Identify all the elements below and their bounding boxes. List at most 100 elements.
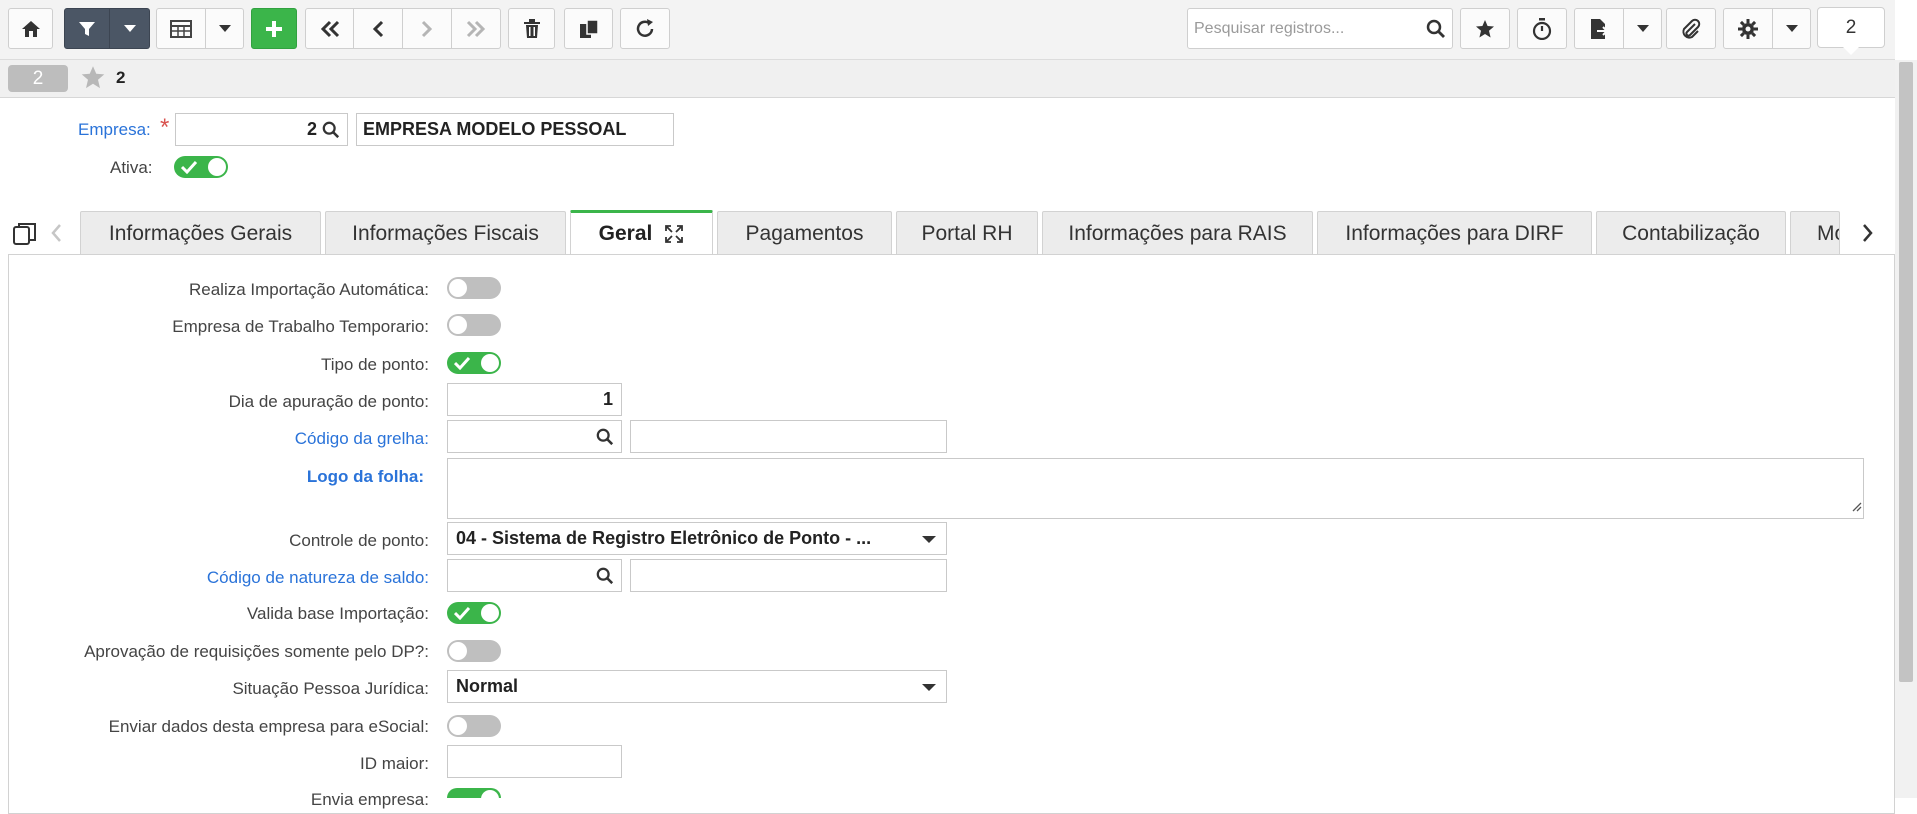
scrollbar-thumb[interactable] — [1899, 62, 1913, 682]
empresa-code-value: 2 — [306, 119, 317, 139]
toggle-knob — [449, 642, 467, 660]
delete-button[interactable] — [508, 8, 555, 49]
id-maior-input[interactable] — [447, 745, 622, 778]
previous-record-button[interactable] — [354, 8, 403, 49]
ativa-toggle[interactable] — [174, 156, 228, 178]
toggle-knob — [481, 354, 499, 372]
expand-icon[interactable] — [664, 224, 684, 244]
refresh-button[interactable] — [620, 8, 670, 49]
check-icon — [453, 606, 471, 625]
refresh-icon — [634, 18, 656, 40]
right-icon — [420, 20, 434, 38]
logo-folha-label[interactable]: Logo da folha: — [307, 467, 424, 487]
empresa-label[interactable]: Empresa: — [78, 120, 151, 140]
empresa-code-field[interactable]: 2 — [175, 113, 348, 146]
search-box — [1187, 8, 1453, 49]
caret-down-icon — [922, 684, 936, 691]
logo-folha-textarea[interactable] — [447, 458, 1864, 519]
tab-informacoes-fiscais[interactable]: Informações Fiscais — [325, 211, 566, 255]
search-input[interactable] — [1188, 9, 1420, 48]
double-left-icon — [319, 20, 341, 38]
settings-button[interactable] — [1723, 8, 1773, 49]
resize-handle-icon[interactable] — [1850, 499, 1862, 517]
breadcrumb: 2 2 — [0, 60, 1895, 98]
tab-informacoes-gerais[interactable]: Informações Gerais — [80, 211, 321, 255]
valida-base-label: Valida base Importação: — [246, 604, 429, 623]
tab-informacoes-rais[interactable]: Informações para RAIS — [1042, 211, 1313, 255]
first-record-button[interactable] — [305, 8, 354, 49]
aprovacao-dp-label: Aprovação de requisições somente pelo DP… — [84, 642, 429, 661]
plus-icon — [264, 19, 284, 39]
controle-ponto-label: Controle de ponto: — [289, 531, 429, 550]
double-right-icon — [465, 20, 487, 38]
tab-portal-rh[interactable]: Portal RH — [896, 211, 1038, 255]
paperclip-icon — [1680, 18, 1702, 40]
caret-down-icon — [1636, 24, 1649, 33]
gear-icon — [1737, 18, 1759, 40]
duplicate-window-icon[interactable] — [12, 221, 38, 252]
copy-button[interactable] — [564, 8, 613, 49]
filter-dropdown-button[interactable] — [110, 8, 150, 49]
tab-pagamentos[interactable]: Pagamentos — [717, 211, 892, 255]
tab-contabilizacao[interactable]: Contabilização — [1596, 211, 1786, 255]
page-scrollbar[interactable] — [1895, 60, 1917, 798]
filter-button[interactable] — [64, 8, 110, 49]
enviar-esocial-toggle[interactable] — [447, 715, 501, 737]
home-button[interactable] — [8, 8, 53, 49]
toggle-knob — [449, 316, 467, 334]
table-icon — [170, 19, 192, 38]
empresa-temporario-toggle[interactable] — [447, 314, 501, 336]
star-icon — [1475, 19, 1495, 39]
view-table-button[interactable] — [156, 8, 206, 49]
tab-geral[interactable]: Geral — [570, 210, 713, 255]
codigo-grelha-label[interactable]: Código da grelha: — [295, 429, 429, 449]
settings-dropdown-button[interactable] — [1773, 8, 1811, 49]
star-icon[interactable] — [80, 65, 106, 95]
favorite-count: 2 — [116, 68, 126, 87]
tabs-scroll-right-icon[interactable] — [1861, 222, 1875, 249]
situacao-pj-value: Normal — [456, 676, 519, 696]
favorite-button[interactable] — [1460, 8, 1510, 49]
add-record-button[interactable] — [251, 8, 297, 49]
timer-button[interactable] — [1517, 8, 1567, 49]
codigo-grelha-code-input[interactable] — [447, 420, 622, 453]
realiza-importacao-toggle[interactable] — [447, 277, 501, 299]
controle-ponto-select[interactable]: 04 - Sistema de Registro Eletrônico de P… — [447, 522, 947, 555]
toggle-knob — [449, 279, 467, 297]
next-record-button[interactable] — [403, 8, 452, 49]
tab-informacoes-dirf[interactable]: Informações para DIRF — [1317, 211, 1592, 255]
id-maior-label: ID maior: — [360, 754, 429, 773]
export-dropdown-button[interactable] — [1624, 8, 1662, 49]
codigo-natureza-label[interactable]: Código de natureza de saldo: — [207, 568, 429, 588]
search-icon[interactable] — [596, 428, 614, 451]
search-icon[interactable] — [322, 121, 340, 144]
search-icon[interactable] — [596, 567, 614, 590]
check-icon — [180, 160, 198, 179]
aprovacao-dp-toggle[interactable] — [447, 640, 501, 662]
situacao-pj-select[interactable]: Normal — [447, 670, 947, 703]
search-icon[interactable] — [1420, 19, 1452, 39]
copy-icon — [579, 18, 599, 39]
view-dropdown-button[interactable] — [206, 8, 244, 49]
codigo-natureza-code-input[interactable] — [447, 559, 622, 592]
caret-down-icon — [1785, 24, 1798, 33]
envia-empresa-toggle[interactable] — [447, 788, 501, 798]
caret-down-icon — [218, 24, 231, 33]
toggle-knob — [481, 604, 499, 622]
required-marker: * — [160, 114, 170, 141]
export-button[interactable] — [1574, 8, 1624, 49]
tab-more-truncated[interactable]: Mo — [1790, 211, 1840, 255]
empresa-temporario-label: Empresa de Trabalho Temporario: — [172, 317, 429, 336]
breadcrumb-record-pill[interactable]: 2 — [8, 65, 68, 92]
valida-base-toggle[interactable] — [447, 602, 501, 624]
last-record-button[interactable] — [452, 8, 501, 49]
empresa-name-field: EMPRESA MODELO PESSOAL — [356, 113, 674, 146]
toolbar: 2 — [0, 0, 1895, 60]
export-icon — [1589, 18, 1609, 40]
left-icon — [371, 20, 385, 38]
tabs-scroll-left-icon[interactable] — [49, 222, 63, 249]
caret-down-icon — [123, 24, 136, 33]
tipo-ponto-toggle[interactable] — [447, 352, 501, 374]
dia-apuracao-input[interactable]: 1 — [447, 383, 622, 416]
attachments-button[interactable] — [1666, 8, 1716, 49]
